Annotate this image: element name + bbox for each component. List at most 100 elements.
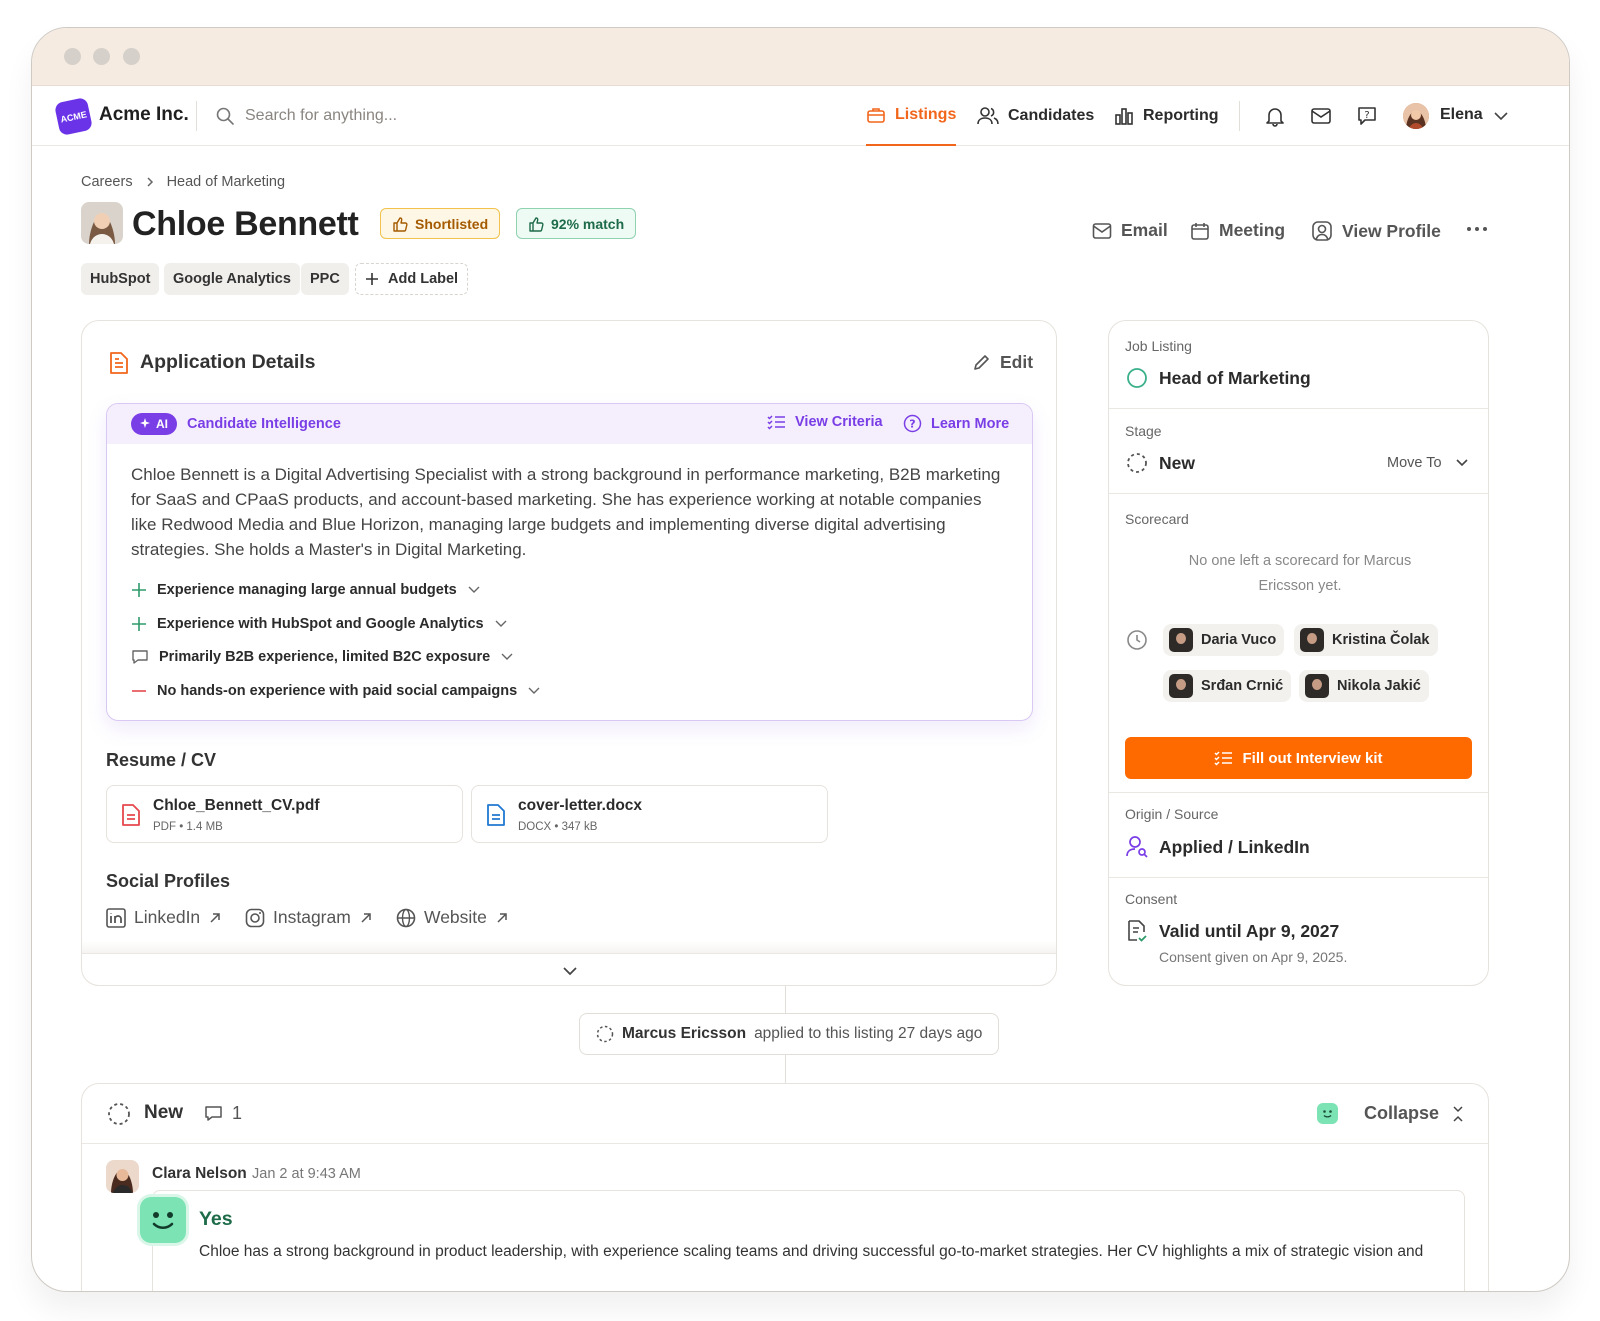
learn-more-link[interactable]: ? Learn More [903, 414, 1009, 433]
brand-logo[interactable]: ACME [53, 96, 94, 137]
social-label: LinkedIn [134, 907, 201, 927]
stage-value: New [1159, 453, 1195, 473]
user-source-icon [1126, 836, 1148, 858]
comment-count[interactable]: 1 [204, 1103, 242, 1124]
meeting-button[interactable]: Meeting [1190, 220, 1285, 241]
app-window: ACME Acme Inc. Search for anything... Li… [31, 27, 1570, 1292]
calendar-icon [1191, 222, 1209, 240]
social-link-linkedin[interactable]: LinkedIn [106, 907, 222, 928]
yes-verdict-face-icon [140, 1197, 186, 1243]
user-name[interactable]: Elena [1440, 106, 1483, 124]
file-name: cover-letter.docx [518, 797, 643, 814]
interviewer-chip[interactable]: Srđan Crnić [1163, 670, 1292, 702]
finding-item[interactable]: Experience with HubSpot and Google Analy… [131, 616, 508, 632]
comment-author-name[interactable]: Clara Nelson [152, 1165, 247, 1183]
file-meta: PDF • 1.4 MB [153, 821, 223, 833]
search-box[interactable]: Search for anything... [215, 100, 397, 132]
interviewer-avatar [1305, 674, 1329, 698]
consent-note: Consent given on Apr 9, 2025. [1159, 949, 1348, 965]
comment-box [152, 1190, 1465, 1291]
breadcrumb-current[interactable]: Head of Marketing [167, 174, 285, 190]
profile-icon [1312, 221, 1332, 241]
scorecard-label: Scorecard [1125, 511, 1189, 527]
interviewer-avatar [1300, 628, 1324, 652]
label-tag[interactable]: PPC [301, 263, 349, 295]
email-button[interactable]: Email [1092, 220, 1168, 241]
card-divider [82, 953, 1056, 954]
social-link-instagram[interactable]: Instagram [245, 907, 373, 928]
window-close-dot[interactable] [64, 48, 81, 65]
stage-panel-title: New [144, 1102, 184, 1123]
clock-icon [1127, 630, 1147, 650]
candidate-summary: Chloe Bennett is a Digital Advertising S… [131, 465, 1001, 559]
interviewer-chip[interactable]: Nikola Jakić [1299, 670, 1429, 702]
ai-badge: AI [131, 413, 177, 435]
breadcrumb-careers[interactable]: Careers [81, 174, 133, 190]
finding-item[interactable]: Primarily B2B experience, limited B2C ex… [131, 649, 514, 665]
nav-listings[interactable]: Listings [866, 86, 957, 146]
stage-dashed-circle-icon [1127, 453, 1147, 473]
chevron-down-icon[interactable] [1493, 110, 1509, 122]
fill-interview-kit-button[interactable]: Fill out Interview kit [1125, 737, 1472, 779]
globe-icon [396, 908, 416, 927]
move-to-dropdown[interactable]: Move To [1387, 455, 1469, 471]
bell-icon[interactable] [1264, 105, 1286, 127]
social-section-title: Social Profiles [106, 871, 231, 891]
interviewer-chip[interactable]: Daria Vuco [1163, 624, 1285, 656]
checklist-icon [1214, 751, 1233, 766]
activity-actor[interactable]: Marcus Ericsson [622, 1025, 746, 1043]
bar-chart-icon [1115, 108, 1133, 125]
add-label-button[interactable]: Add Label [355, 263, 469, 295]
match-badge: 92% match [516, 208, 637, 239]
interviewer-chip[interactable]: Kristina Čolak [1294, 624, 1438, 656]
social-link-website[interactable]: Website [396, 907, 509, 928]
finding-item[interactable]: Experience managing large annual budgets [131, 582, 481, 598]
status-badge[interactable]: Shortlisted [380, 208, 501, 239]
nav-reporting-label: Reporting [1143, 107, 1219, 124]
job-listing-value[interactable]: Head of Marketing [1159, 368, 1311, 389]
file-meta: DOCX • 347 kB [518, 821, 598, 833]
finding-text: Experience managing large annual budgets [157, 582, 457, 598]
label-tag[interactable]: HubSpot [81, 263, 160, 295]
comment-timestamp: Jan 2 at 9:43 AM [252, 1166, 361, 1182]
sparkle-icon [140, 418, 150, 428]
comment-body: Chloe has a strong background in product… [199, 1243, 1424, 1260]
collapse-button[interactable]: Collapse [1364, 1103, 1464, 1124]
nav-candidates-label: Candidates [1008, 107, 1095, 124]
edit-button[interactable]: Edit [972, 352, 1033, 373]
application-details-title: Application Details [140, 351, 316, 373]
finding-item[interactable]: No hands-on experience with paid social … [131, 683, 541, 699]
file-card-cover-letter[interactable]: cover-letter.docx DOCX • 347 kB [471, 785, 828, 843]
window-maximize-dot[interactable] [123, 48, 140, 65]
timeline-line [785, 1055, 786, 1083]
stage-panel: New 1 Collapse Clara Nelson Jan 2 at 9:4… [81, 1083, 1489, 1291]
view-profile-label: View Profile [1342, 220, 1441, 241]
candidate-intelligence-title: Candidate Intelligence [187, 416, 341, 432]
candidate-photo [81, 202, 123, 244]
view-profile-button[interactable]: View Profile [1311, 220, 1441, 242]
nav-reporting[interactable]: Reporting [1114, 86, 1219, 146]
candidate-name: Chloe Bennett [132, 205, 359, 243]
external-link-icon [210, 912, 220, 923]
nav-candidates[interactable]: Candidates [977, 86, 1094, 146]
view-criteria-link[interactable]: View Criteria [767, 414, 883, 430]
label-tag[interactable]: Google Analytics [164, 263, 300, 295]
ai-badge-text: AI [156, 417, 168, 431]
mail-icon[interactable] [1310, 105, 1332, 127]
search-input[interactable]: Search for anything... [245, 107, 397, 125]
pdf-icon [122, 804, 140, 826]
document-check-icon [1128, 920, 1147, 942]
sidebar-divider [1109, 493, 1488, 494]
help-chat-icon[interactable]: ? [1356, 105, 1378, 127]
activity-text: applied to this listing 27 days ago [754, 1025, 983, 1042]
more-options-icon[interactable] [1466, 225, 1488, 233]
user-avatar[interactable] [1403, 103, 1429, 129]
learn-more-label: Learn More [931, 415, 1010, 432]
window-minimize-dot[interactable] [93, 48, 110, 65]
comment-count-value: 1 [232, 1103, 243, 1123]
consent-label: Consent [1125, 891, 1178, 907]
file-card-cv[interactable]: Chloe_Bennett_CV.pdf PDF • 1.4 MB [106, 785, 463, 843]
social-label: Instagram [273, 907, 351, 927]
briefcase-icon [867, 108, 885, 123]
expand-chevron-icon[interactable] [562, 965, 578, 977]
